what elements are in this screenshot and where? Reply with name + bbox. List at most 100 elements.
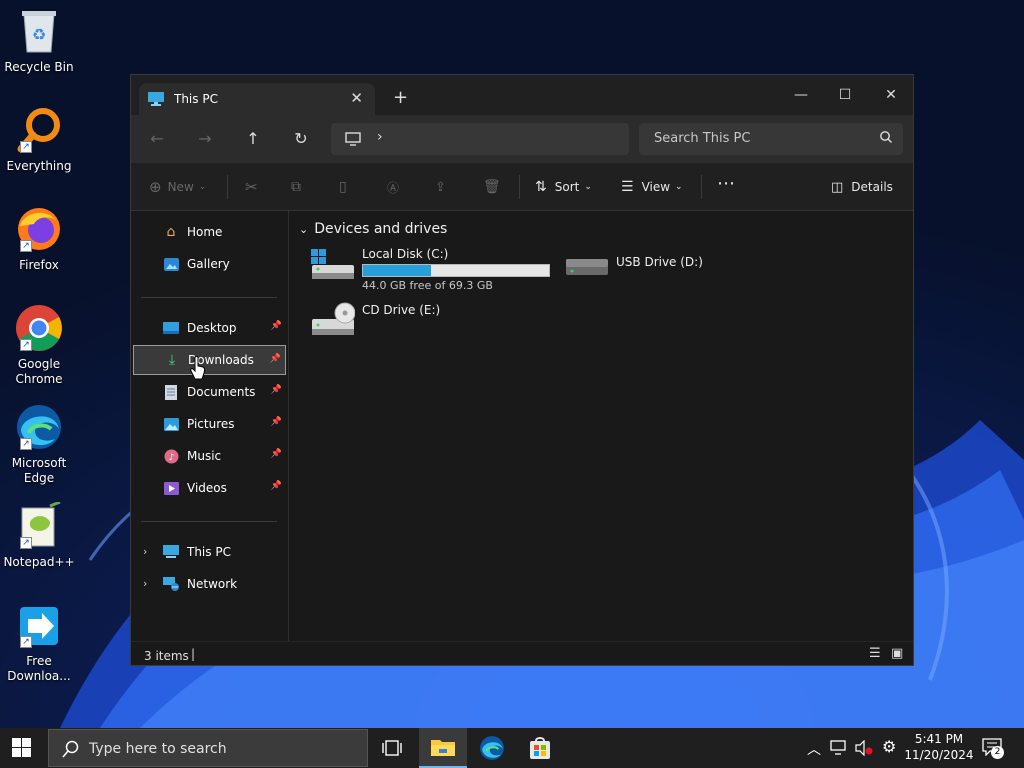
recycle-bin-icon: ♻ bbox=[14, 6, 64, 56]
monitor-icon bbox=[148, 92, 164, 106]
breadcrumb-chevron-icon[interactable]: › bbox=[377, 129, 383, 145]
details-pane-icon: ◫ bbox=[831, 179, 844, 195]
file-explorer-window: This PC ✕ + — ☐ ✕ ← → ↑ ↻ › Search This … bbox=[130, 74, 914, 666]
details-view-icon[interactable]: ☰ bbox=[869, 646, 881, 661]
taskbar-search-input[interactable]: Type here to search bbox=[48, 729, 368, 767]
taskbar-clock[interactable]: 5:41 PM 11/20/2024 bbox=[904, 731, 974, 763]
pin-icon[interactable]: 📌 bbox=[271, 417, 282, 427]
group-title: Devices and drives bbox=[314, 221, 448, 237]
monitor-icon bbox=[163, 544, 179, 560]
copy-button[interactable]: ⧉ bbox=[291, 177, 301, 197]
task-view-button[interactable] bbox=[368, 728, 416, 768]
home-icon: ⌂ bbox=[166, 224, 176, 240]
scissors-icon: ✂ bbox=[245, 178, 258, 196]
sidebar-item-this-pc[interactable]: › This PC bbox=[133, 537, 286, 567]
minimize-button[interactable]: — bbox=[781, 81, 821, 109]
taskbar: Type here to search ︿ ⚙ 5:41 PM 11/20/20… bbox=[0, 728, 1024, 768]
refresh-button[interactable]: ↻ bbox=[289, 127, 313, 151]
divider bbox=[519, 175, 520, 199]
pin-icon[interactable]: 📌 bbox=[271, 385, 282, 395]
svg-text:♻: ♻ bbox=[32, 25, 46, 44]
drive-local-disk-c[interactable]: Local Disk (C:) 44.0 GB free of 69.3 GB bbox=[311, 247, 550, 292]
drive-cd-e[interactable]: CD Drive (E:) bbox=[311, 301, 440, 339]
sidebar-item-downloads[interactable]: ⤓ Downloads 📌 bbox=[133, 345, 286, 375]
status-bar: 3 items | ☰ ▣ bbox=[131, 641, 913, 665]
taskbar-edge[interactable] bbox=[468, 728, 516, 768]
share-button[interactable]: ⇪ bbox=[435, 177, 446, 197]
group-header[interactable]: ⌄ Devices and drives bbox=[299, 221, 447, 237]
cut-button[interactable]: ✂ bbox=[245, 177, 258, 197]
view-list-icon: ☰ bbox=[621, 179, 634, 195]
new-button[interactable]: ⊕ New ⌄ bbox=[149, 177, 206, 197]
details-label: Details bbox=[851, 180, 893, 194]
sidebar-item-gallery[interactable]: Gallery bbox=[133, 249, 286, 279]
trash-icon: 🗑 bbox=[483, 179, 501, 195]
settings-gear-icon[interactable]: ⚙ bbox=[882, 737, 896, 756]
desktop-icon-label: Firefox bbox=[19, 258, 59, 272]
shortcut-arrow-icon: ↗ bbox=[20, 537, 32, 549]
divider bbox=[141, 297, 277, 298]
delete-button[interactable]: 🗑 bbox=[483, 177, 501, 197]
chevron-right-icon[interactable]: › bbox=[143, 577, 147, 590]
hand-cursor-icon bbox=[190, 356, 206, 380]
sidebar-item-label: This PC bbox=[187, 545, 231, 559]
maximize-button[interactable]: ☐ bbox=[825, 81, 865, 109]
view-button[interactable]: ☰ View ⌄ bbox=[621, 177, 683, 197]
new-label: New bbox=[167, 180, 194, 194]
desktop-icon-free-download-manager[interactable]: ↗ Free Downloa... bbox=[4, 600, 74, 684]
desktop-icon-everything[interactable]: ↗ Everything bbox=[4, 105, 74, 174]
address-bar[interactable]: › bbox=[331, 123, 629, 155]
start-button[interactable] bbox=[12, 738, 32, 758]
desktop-icon-google-chrome[interactable]: ↗ Google Chrome bbox=[4, 303, 74, 387]
monitor-icon bbox=[345, 132, 361, 146]
divider bbox=[701, 175, 702, 199]
desktop-icon-notepad-plus-plus[interactable]: ↗ Notepad++ bbox=[3, 501, 75, 570]
back-button[interactable]: ← bbox=[145, 127, 169, 151]
taskbar-microsoft-store[interactable] bbox=[516, 728, 564, 768]
chevron-right-icon[interactable]: › bbox=[143, 545, 147, 558]
sidebar-item-network[interactable]: › Network bbox=[133, 569, 286, 599]
sidebar-item-label: Videos bbox=[187, 481, 227, 495]
more-options-button[interactable]: ⋯ bbox=[717, 173, 735, 194]
search-input[interactable]: Search This PC bbox=[639, 123, 903, 155]
divider bbox=[141, 521, 277, 522]
search-icon bbox=[62, 740, 79, 758]
sort-button[interactable]: ⇅ Sort ⌄ bbox=[535, 177, 592, 197]
pin-icon[interactable]: 📌 bbox=[270, 354, 281, 364]
up-button[interactable]: ↑ bbox=[241, 127, 265, 151]
desktop-icon-microsoft-edge[interactable]: ↗ Microsoft Edge bbox=[4, 402, 74, 486]
edge-icon bbox=[480, 736, 504, 760]
new-tab-button[interactable]: + bbox=[393, 87, 408, 108]
volume-muted-icon[interactable] bbox=[855, 740, 873, 756]
copy-icon: ⧉ bbox=[291, 179, 301, 195]
sidebar-item-videos[interactable]: Videos 📌 bbox=[133, 473, 286, 503]
desktop-icon-recycle-bin[interactable]: ♻ Recycle Bin bbox=[4, 6, 74, 75]
sidebar-item-label: Network bbox=[187, 577, 238, 591]
desktop-icon-firefox[interactable]: ↗ Firefox bbox=[4, 204, 74, 273]
large-icons-view-icon[interactable]: ▣ bbox=[891, 646, 903, 661]
pin-icon[interactable]: 📌 bbox=[271, 449, 282, 459]
rename-button[interactable]: Ⓐ bbox=[387, 177, 399, 197]
forward-button[interactable]: → bbox=[193, 127, 217, 151]
paste-button[interactable]: ▯ bbox=[339, 177, 347, 197]
sidebar-item-pictures[interactable]: Pictures 📌 bbox=[133, 409, 286, 439]
pin-icon[interactable]: 📌 bbox=[271, 321, 282, 331]
tab-this-pc[interactable]: This PC ✕ bbox=[139, 83, 375, 115]
pin-icon[interactable]: 📌 bbox=[271, 481, 282, 491]
folder-icon bbox=[431, 740, 455, 756]
sidebar-item-documents[interactable]: Documents 📌 bbox=[133, 377, 286, 407]
sidebar-item-music[interactable]: ♪ Music 📌 bbox=[133, 441, 286, 471]
taskbar-file-explorer[interactable] bbox=[419, 728, 467, 768]
close-window-button[interactable]: ✕ bbox=[871, 81, 911, 109]
close-tab-icon[interactable]: ✕ bbox=[350, 89, 363, 107]
videos-icon bbox=[163, 480, 179, 496]
details-pane-button[interactable]: ◫ Details bbox=[831, 177, 893, 197]
chevron-down-icon: ⌄ bbox=[299, 222, 309, 236]
sidebar-item-home[interactable]: ⌂ Home bbox=[133, 217, 286, 247]
sidebar-item-label: Pictures bbox=[187, 417, 235, 431]
network-status-icon[interactable] bbox=[830, 740, 848, 756]
sidebar-item-desktop[interactable]: Desktop 📌 bbox=[133, 313, 286, 343]
notification-center-button[interactable]: 2 bbox=[982, 738, 1004, 759]
show-hidden-icons-chevron-icon[interactable]: ︿ bbox=[807, 739, 821, 759]
drive-usb-d[interactable]: USB Drive (D:) bbox=[565, 255, 703, 279]
